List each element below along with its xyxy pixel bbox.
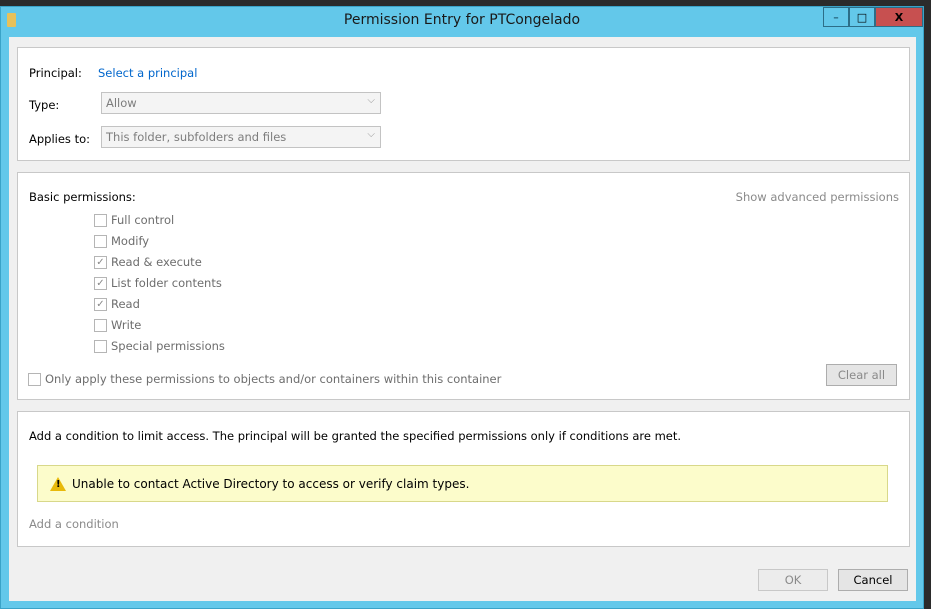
ok-button[interactable]: OK xyxy=(758,569,828,591)
permission-label: Read & execute xyxy=(111,255,202,269)
clear-all-button[interactable]: Clear all xyxy=(826,364,897,386)
checkbox-box xyxy=(94,234,107,248)
permission-label: Write xyxy=(111,318,142,332)
checkbox-box xyxy=(94,213,107,227)
principal-label: Principal: xyxy=(29,66,82,80)
dialog-body: Principal: Select a principal Type: Allo… xyxy=(9,37,916,601)
minimize-button[interactable]: – xyxy=(823,7,849,27)
applies-to-select[interactable]: This folder, subfolders and files ⌵ xyxy=(101,126,381,148)
type-select[interactable]: Allow ⌵ xyxy=(101,92,381,114)
applies-to-value: This folder, subfolders and files xyxy=(106,130,287,144)
applies-to-label: Applies to: xyxy=(29,132,90,146)
condition-panel: Add a condition to limit access. The pri… xyxy=(17,411,910,547)
basic-permissions-label: Basic permissions: xyxy=(29,190,136,204)
warning-text: Unable to contact Active Directory to ac… xyxy=(72,476,470,491)
checkbox-box xyxy=(28,372,41,386)
warning-icon: ! xyxy=(50,476,66,491)
close-button[interactable]: X xyxy=(875,7,923,27)
only-apply-checkbox[interactable]: Only apply these permissions to objects … xyxy=(28,372,501,386)
title-bar[interactable]: Permission Entry for PTCongelado – □ X xyxy=(1,7,923,35)
permission-checkbox[interactable]: Modify xyxy=(94,234,149,248)
select-principal-link[interactable]: Select a principal xyxy=(98,66,197,80)
permission-checkbox[interactable]: ✓ Read xyxy=(94,297,140,311)
maximize-button[interactable]: □ xyxy=(849,7,875,27)
condition-description: Add a condition to limit access. The pri… xyxy=(29,429,682,443)
permission-label: Modify xyxy=(111,234,150,248)
chevron-down-icon: ⌵ xyxy=(367,129,375,140)
permission-label: Full control xyxy=(111,213,175,227)
type-label: Type: xyxy=(29,98,60,112)
checkmark-icon: ✓ xyxy=(94,276,107,290)
principal-panel: Principal: Select a principal Type: Allo… xyxy=(17,47,910,161)
checkbox-box xyxy=(94,339,107,353)
permissions-panel: Basic permissions: Show advanced permiss… xyxy=(17,172,910,400)
show-advanced-link[interactable]: Show advanced permissions xyxy=(736,190,899,204)
window-title: Permission Entry for PTCongelado xyxy=(343,12,581,28)
cancel-button[interactable]: Cancel xyxy=(838,569,908,591)
permission-checkbox[interactable]: Full control xyxy=(94,213,174,227)
checkmark-icon: ✓ xyxy=(94,297,107,311)
warning-banner: ! Unable to contact Active Directory to … xyxy=(37,465,888,502)
permission-checkbox[interactable]: ✓ List folder contents xyxy=(94,276,222,290)
permission-label: Special permissions xyxy=(111,339,225,353)
permission-label: Read xyxy=(111,297,140,311)
permission-label: List folder contents xyxy=(111,276,222,290)
checkbox-box xyxy=(94,318,107,332)
checkmark-icon: ✓ xyxy=(94,255,107,269)
type-value: Allow xyxy=(106,96,137,110)
only-apply-label: Only apply these permissions to objects … xyxy=(45,372,502,386)
permission-entry-window: Permission Entry for PTCongelado – □ X P… xyxy=(0,6,924,609)
chevron-down-icon: ⌵ xyxy=(367,95,375,106)
add-condition-link[interactable]: Add a condition xyxy=(29,517,119,531)
permission-checkbox[interactable]: ✓ Read & execute xyxy=(94,255,202,269)
permission-checkbox[interactable]: Write xyxy=(94,318,141,332)
permission-checkbox[interactable]: Special permissions xyxy=(94,339,225,353)
